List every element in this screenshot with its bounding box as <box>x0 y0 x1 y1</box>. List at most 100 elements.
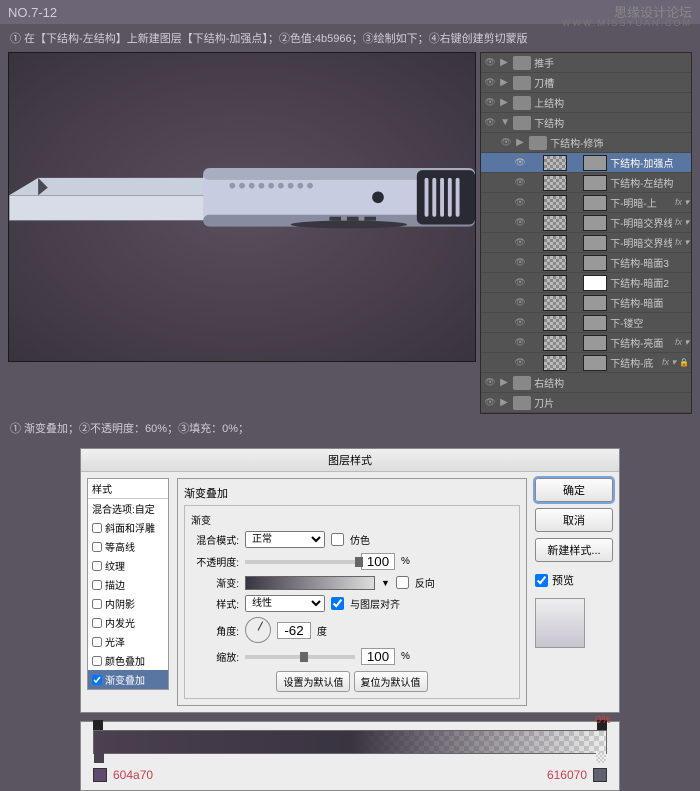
style-checkbox[interactable] <box>92 618 102 628</box>
layer-row[interactable]: ▶ 刀片 <box>481 393 691 413</box>
gradient-preview[interactable] <box>245 576 375 590</box>
style-list-item[interactable]: 描边 <box>88 575 168 594</box>
layer-row[interactable]: 下结构-左结构 <box>481 173 691 193</box>
expand-arrow-icon[interactable]: ▶ <box>500 77 510 88</box>
cancel-button[interactable]: 取消 <box>535 508 613 532</box>
visibility-icon[interactable] <box>483 396 497 410</box>
visibility-icon[interactable] <box>513 336 527 350</box>
layer-row[interactable]: 下-明暗交界线 fx ▾ <box>481 213 691 233</box>
visibility-icon[interactable] <box>513 276 527 290</box>
visibility-icon[interactable] <box>499 136 513 150</box>
layer-thumb <box>583 255 607 271</box>
reverse-checkbox[interactable] <box>396 576 409 589</box>
layer-row[interactable]: ▶ 上结构 <box>481 93 691 113</box>
right-color-swatch[interactable] <box>593 768 607 782</box>
left-color-swatch[interactable] <box>93 768 107 782</box>
visibility-icon[interactable] <box>513 256 527 270</box>
blend-mode-label: 混合模式: <box>191 532 239 547</box>
layer-name: 推手 <box>534 55 689 70</box>
layer-row[interactable]: 下-明暗-上 fx ▾ <box>481 193 691 213</box>
style-list-item[interactable]: 斜面和浮雕 <box>88 518 168 537</box>
layer-row[interactable]: 下结构-加强点 <box>481 153 691 173</box>
visibility-icon[interactable] <box>513 316 527 330</box>
layer-row[interactable]: 下结构-暗面2 <box>481 273 691 293</box>
color-stop-right[interactable] <box>596 753 606 763</box>
fx-badge[interactable]: fx ▾ <box>675 197 689 208</box>
mask-thumb <box>543 175 567 191</box>
visibility-icon[interactable] <box>513 296 527 310</box>
visibility-icon[interactable] <box>483 116 497 130</box>
visibility-icon[interactable] <box>483 96 497 110</box>
layer-row[interactable]: 下结构-底 fx ▾ 🔒 <box>481 353 691 373</box>
expand-arrow-icon[interactable]: ▶ <box>500 97 510 108</box>
scale-slider[interactable] <box>245 655 355 659</box>
expand-arrow-icon[interactable]: ▶ <box>500 397 510 408</box>
layer-row[interactable]: 下结构-亮面 fx ▾ <box>481 333 691 353</box>
layer-row[interactable]: ▶ 下结构-修饰 <box>481 133 691 153</box>
ok-button[interactable]: 确定 <box>535 478 613 502</box>
align-checkbox[interactable] <box>331 597 344 610</box>
style-checkbox[interactable] <box>92 542 102 552</box>
layer-row[interactable]: 下结构-暗面3 <box>481 253 691 273</box>
layer-row[interactable]: 下-镂空 <box>481 313 691 333</box>
mask-thumb <box>543 195 567 211</box>
opacity-slider[interactable]: .slider::after{left:var(--pos,50%);} <box>245 560 355 564</box>
style-checkbox[interactable] <box>92 523 102 533</box>
style-list-item[interactable]: 渐变叠加 <box>88 670 168 689</box>
expand-arrow-icon[interactable]: ▶ <box>500 377 510 388</box>
gradient-bar[interactable] <box>93 730 607 754</box>
visibility-icon[interactable] <box>483 76 497 90</box>
layer-row[interactable]: ▶ 刀槽 <box>481 73 691 93</box>
expand-arrow-icon[interactable]: ▶ <box>516 137 526 148</box>
style-checkbox[interactable] <box>92 675 102 685</box>
style-checkbox[interactable] <box>92 561 102 571</box>
fx-badge[interactable]: fx ▾ <box>675 217 689 228</box>
style-list-item[interactable]: 纹理 <box>88 556 168 575</box>
angle-input[interactable] <box>277 622 311 639</box>
visibility-icon[interactable] <box>483 56 497 70</box>
fx-badge[interactable]: fx ▾ <box>675 237 689 248</box>
layer-row[interactable]: ▶ 右结构 <box>481 373 691 393</box>
style-select[interactable]: 线性 <box>245 595 325 612</box>
visibility-icon[interactable] <box>483 376 497 390</box>
style-list-item[interactable]: 颜色叠加 <box>88 651 168 670</box>
layer-row[interactable]: 下-明暗交界线2 fx ▾ <box>481 233 691 253</box>
dither-checkbox[interactable] <box>331 533 344 546</box>
style-checkbox[interactable] <box>92 580 102 590</box>
style-label: 等高线 <box>105 539 135 554</box>
visibility-icon[interactable] <box>513 156 527 170</box>
layer-row[interactable]: ▼ 下结构 <box>481 113 691 133</box>
scale-input[interactable] <box>361 648 395 665</box>
layers-panel[interactable]: ▶ 推手 ▶ 刀槽 ▶ 上结构 ▼ 下结构 ▶ 下结构-修饰 下结构-加强点 下… <box>480 52 692 414</box>
opacity-input[interactable] <box>361 553 395 570</box>
canvas-preview[interactable] <box>8 52 476 362</box>
layer-row[interactable]: ▶ 推手 <box>481 53 691 73</box>
visibility-icon[interactable] <box>513 236 527 250</box>
expand-arrow-icon[interactable]: ▼ <box>500 117 510 128</box>
fx-badge[interactable]: fx ▾ <box>675 337 689 348</box>
angle-dial[interactable] <box>245 617 271 643</box>
blend-options-row[interactable]: 混合选项:自定 <box>88 499 168 518</box>
style-list-item[interactable]: 内发光 <box>88 613 168 632</box>
reset-default-button[interactable]: 复位为默认值 <box>354 671 428 692</box>
opacity-stop-left[interactable] <box>93 720 103 730</box>
fx-badge[interactable]: fx ▾ <box>662 357 676 368</box>
style-list-item[interactable]: 等高线 <box>88 537 168 556</box>
expand-arrow-icon[interactable]: ▶ <box>500 57 510 68</box>
new-style-button[interactable]: 新建样式... <box>535 538 613 562</box>
style-list-item[interactable]: 光泽 <box>88 632 168 651</box>
blend-mode-select[interactable]: 正常 <box>245 531 325 548</box>
color-stop-left[interactable] <box>94 753 104 763</box>
visibility-icon[interactable] <box>513 196 527 210</box>
set-default-button[interactable]: 设置为默认值 <box>276 671 350 692</box>
visibility-icon[interactable] <box>513 356 527 370</box>
visibility-icon[interactable] <box>513 176 527 190</box>
style-checkbox[interactable] <box>92 656 102 666</box>
style-checkbox[interactable] <box>92 637 102 647</box>
layer-name: 下结构 <box>534 115 689 130</box>
layer-row[interactable]: 下结构-暗面 <box>481 293 691 313</box>
preview-checkbox[interactable] <box>535 574 548 587</box>
style-list-item[interactable]: 内阴影 <box>88 594 168 613</box>
style-checkbox[interactable] <box>92 599 102 609</box>
visibility-icon[interactable] <box>513 216 527 230</box>
